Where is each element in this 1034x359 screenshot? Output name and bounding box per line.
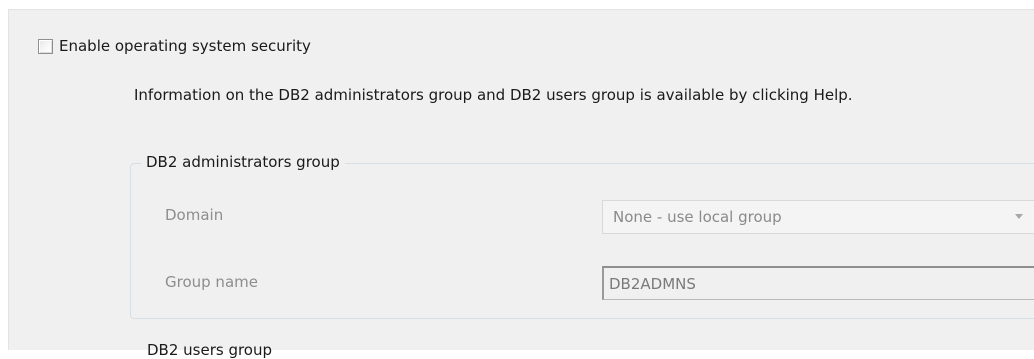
group-name-value: DB2ADMNS: [609, 274, 696, 293]
group-name-field[interactable]: DB2ADMNS: [602, 266, 1034, 300]
users-group-title: DB2 users group: [147, 341, 273, 359]
enable-os-security-label[interactable]: Enable operating system security: [59, 37, 311, 55]
domain-select[interactable]: None - use local group: [602, 200, 1034, 234]
enable-os-security-option[interactable]: Enable operating system security: [38, 36, 311, 56]
group-name-label: Group name: [165, 273, 258, 291]
chevron-down-icon[interactable]: [1015, 214, 1023, 219]
domain-select-value: None - use local group: [613, 208, 782, 226]
admin-group-title: DB2 administrators group: [141, 153, 345, 171]
domain-label: Domain: [165, 206, 224, 224]
enable-os-security-checkbox[interactable]: [38, 38, 53, 54]
help-info-text: Information on the DB2 administrators gr…: [134, 86, 853, 104]
